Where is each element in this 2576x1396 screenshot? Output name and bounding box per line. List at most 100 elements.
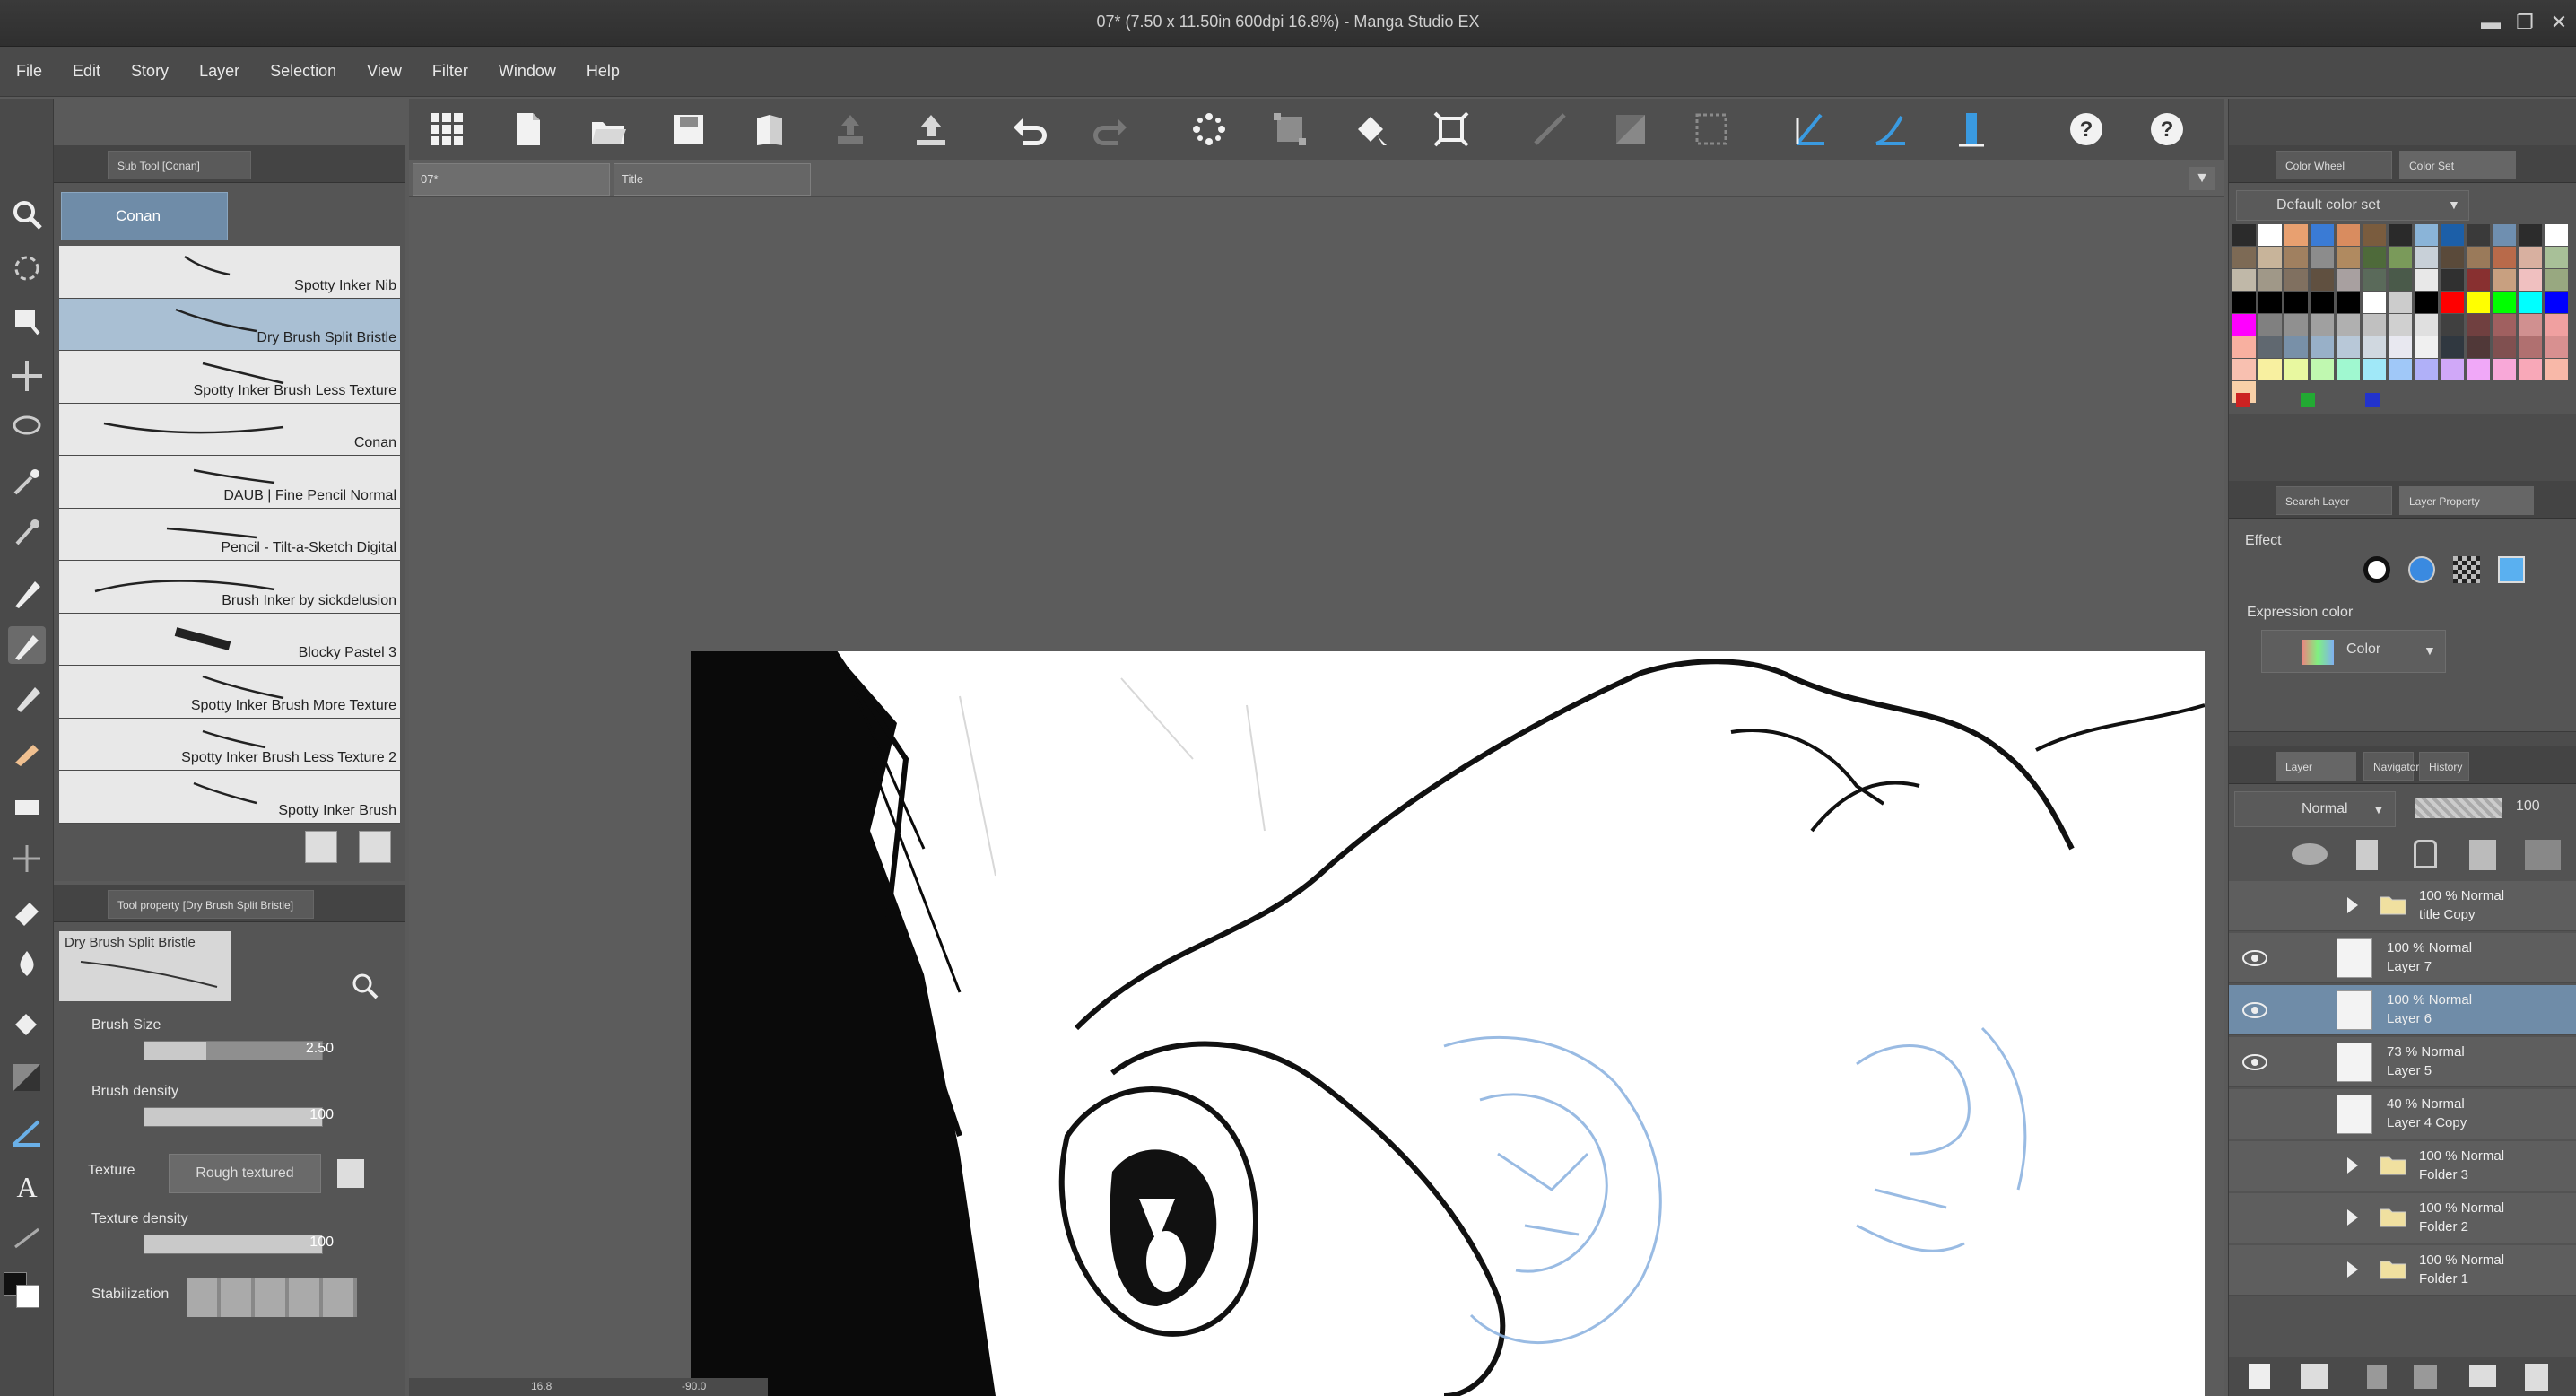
move-tool-icon[interactable] — [8, 357, 46, 395]
color-swatch[interactable] — [2337, 292, 2360, 313]
color-swatch[interactable] — [2415, 359, 2438, 380]
delete-layer-icon[interactable] — [2525, 1364, 2548, 1391]
opacity-slider[interactable] — [2415, 798, 2502, 818]
color-swatch[interactable] — [2389, 224, 2412, 246]
color-swatch[interactable] — [2337, 269, 2360, 291]
color-swatch[interactable] — [2258, 359, 2282, 380]
tone-effect-icon[interactable] — [2408, 556, 2435, 583]
color-swatch[interactable] — [2337, 247, 2360, 268]
color-swatch[interactable] — [2258, 336, 2282, 358]
color-swatch[interactable] — [2311, 269, 2334, 291]
color-swatch[interactable] — [2441, 269, 2464, 291]
transform-icon[interactable] — [1270, 109, 1310, 149]
new-brush-icon[interactable] — [305, 831, 337, 863]
tab-history[interactable]: History — [2419, 752, 2469, 781]
maximize-icon[interactable]: ❐ — [2511, 9, 2538, 36]
color-swatch[interactable] — [2493, 224, 2516, 246]
brush-item[interactable]: Spotty Inker Brush — [59, 771, 400, 824]
tab-navigator[interactable]: Navigator — [2363, 752, 2419, 781]
ruler-tool-icon[interactable] — [8, 1112, 46, 1150]
tab-color-set[interactable]: Color Set — [2399, 151, 2516, 179]
minimize-icon[interactable]: ▬ — [2477, 9, 2504, 36]
zoom-tool-icon[interactable] — [8, 196, 46, 233]
color-swatch[interactable] — [2284, 314, 2308, 336]
page-icon[interactable] — [750, 109, 789, 149]
crop-icon[interactable] — [1432, 109, 1471, 149]
color-swatch[interactable] — [2232, 224, 2256, 246]
color-swatch[interactable] — [2415, 336, 2438, 358]
grid-icon[interactable] — [427, 109, 466, 149]
layer-row[interactable]: 100 % Normal Layer 7 — [2229, 933, 2576, 983]
color-swatch[interactable] — [2258, 314, 2282, 336]
color-swatch[interactable] — [2493, 247, 2516, 268]
lock-transparent-icon[interactable] — [2469, 840, 2496, 870]
color-swatch[interactable] — [2441, 224, 2464, 246]
color-swatch[interactable] — [2284, 336, 2308, 358]
layer-row[interactable]: 40 % Normal Layer 4 Copy — [2229, 1089, 2576, 1139]
color-swatch[interactable] — [2493, 314, 2516, 336]
upload-icon[interactable] — [911, 109, 951, 149]
color-swatch[interactable] — [2389, 336, 2412, 358]
gradient-tool-icon[interactable] — [8, 1059, 46, 1096]
color-swatch[interactable] — [2467, 269, 2490, 291]
fill-tool-icon[interactable] — [8, 1005, 46, 1043]
layer-row[interactable]: 100 % Normal Folder 2 — [2229, 1193, 2576, 1243]
pencil-tool-icon[interactable] — [8, 678, 46, 716]
brush-tool-icon[interactable] — [8, 626, 46, 664]
color-swatch[interactable] — [2441, 314, 2464, 336]
color-swatch[interactable] — [2311, 224, 2334, 246]
layer-row[interactable]: 100 % Normal Folder 1 — [2229, 1245, 2576, 1296]
color-swatch[interactable] — [2519, 359, 2542, 380]
brush-item[interactable]: Spotty Inker Brush Less Texture — [59, 351, 400, 404]
color-swatch[interactable] — [2519, 269, 2542, 291]
merge-icon[interactable] — [2414, 1365, 2437, 1389]
color-swatch[interactable] — [2493, 359, 2516, 380]
tab-layer-property[interactable]: Layer Property — [2399, 486, 2534, 515]
lock-icon[interactable] — [2414, 840, 2437, 868]
color-swatch[interactable] — [2389, 247, 2412, 268]
brush-item[interactable]: Conan — [59, 403, 400, 456]
open-folder-icon[interactable] — [588, 109, 628, 149]
eye-icon[interactable] — [2241, 998, 2268, 1023]
menu-view[interactable]: View — [367, 62, 402, 81]
new-folder-icon[interactable] — [2301, 1364, 2328, 1389]
brush-item[interactable]: DAUB | Fine Pencil Normal — [59, 456, 400, 509]
color-swatch[interactable] — [2337, 314, 2360, 336]
eyedropper-icon[interactable] — [8, 513, 46, 551]
sub-color-swatch[interactable] — [16, 1285, 39, 1308]
expand-arrow-icon[interactable] — [2344, 1260, 2362, 1279]
reference-layer-icon[interactable] — [2525, 840, 2561, 870]
ruler-off-icon[interactable] — [1530, 109, 1570, 149]
brush-item[interactable]: Brush Inker by sickdelusion — [59, 561, 400, 614]
tab-search-layer[interactable]: Search Layer — [2276, 486, 2392, 515]
dropper-tool-icon[interactable] — [8, 946, 46, 983]
color-swatch[interactable] — [2467, 314, 2490, 336]
layer-row[interactable]: 73 % Normal Layer 5 — [2229, 1037, 2576, 1087]
color-swatch[interactable] — [2545, 224, 2568, 246]
color-swatch[interactable] — [2311, 292, 2334, 313]
trash-icon[interactable] — [337, 1159, 364, 1188]
menu-layer[interactable]: Layer — [199, 62, 239, 81]
menu-window[interactable]: Window — [499, 62, 556, 81]
help-icon[interactable]: ? — [2067, 109, 2106, 149]
brush-item[interactable]: Spotty Inker Nib — [59, 246, 400, 299]
brush-item[interactable]: Pencil - Tilt-a-Sketch Digital — [59, 508, 400, 561]
rgb-swatch[interactable] — [2301, 393, 2315, 407]
eye-icon[interactable] — [2241, 946, 2268, 971]
color-swatch[interactable] — [2415, 292, 2438, 313]
color-swatch[interactable] — [2467, 247, 2490, 268]
color-swatch[interactable] — [2311, 314, 2334, 336]
redo-icon[interactable] — [1091, 109, 1130, 149]
doc-tab-07[interactable]: 07* — [413, 163, 610, 196]
color-swatch[interactable] — [2284, 292, 2308, 313]
undo-icon[interactable] — [1010, 109, 1049, 149]
color-swatch[interactable] — [2389, 314, 2412, 336]
pen-ruler-icon[interactable] — [1790, 109, 1830, 149]
color-swatch[interactable] — [2519, 224, 2542, 246]
color-swatch[interactable] — [2493, 292, 2516, 313]
color-swatch[interactable] — [2545, 336, 2568, 358]
color-swatch[interactable] — [2415, 314, 2438, 336]
transfer-down-icon[interactable] — [2367, 1365, 2387, 1389]
expand-arrow-icon[interactable] — [2344, 1156, 2362, 1175]
color-swatch[interactable] — [2389, 359, 2412, 380]
